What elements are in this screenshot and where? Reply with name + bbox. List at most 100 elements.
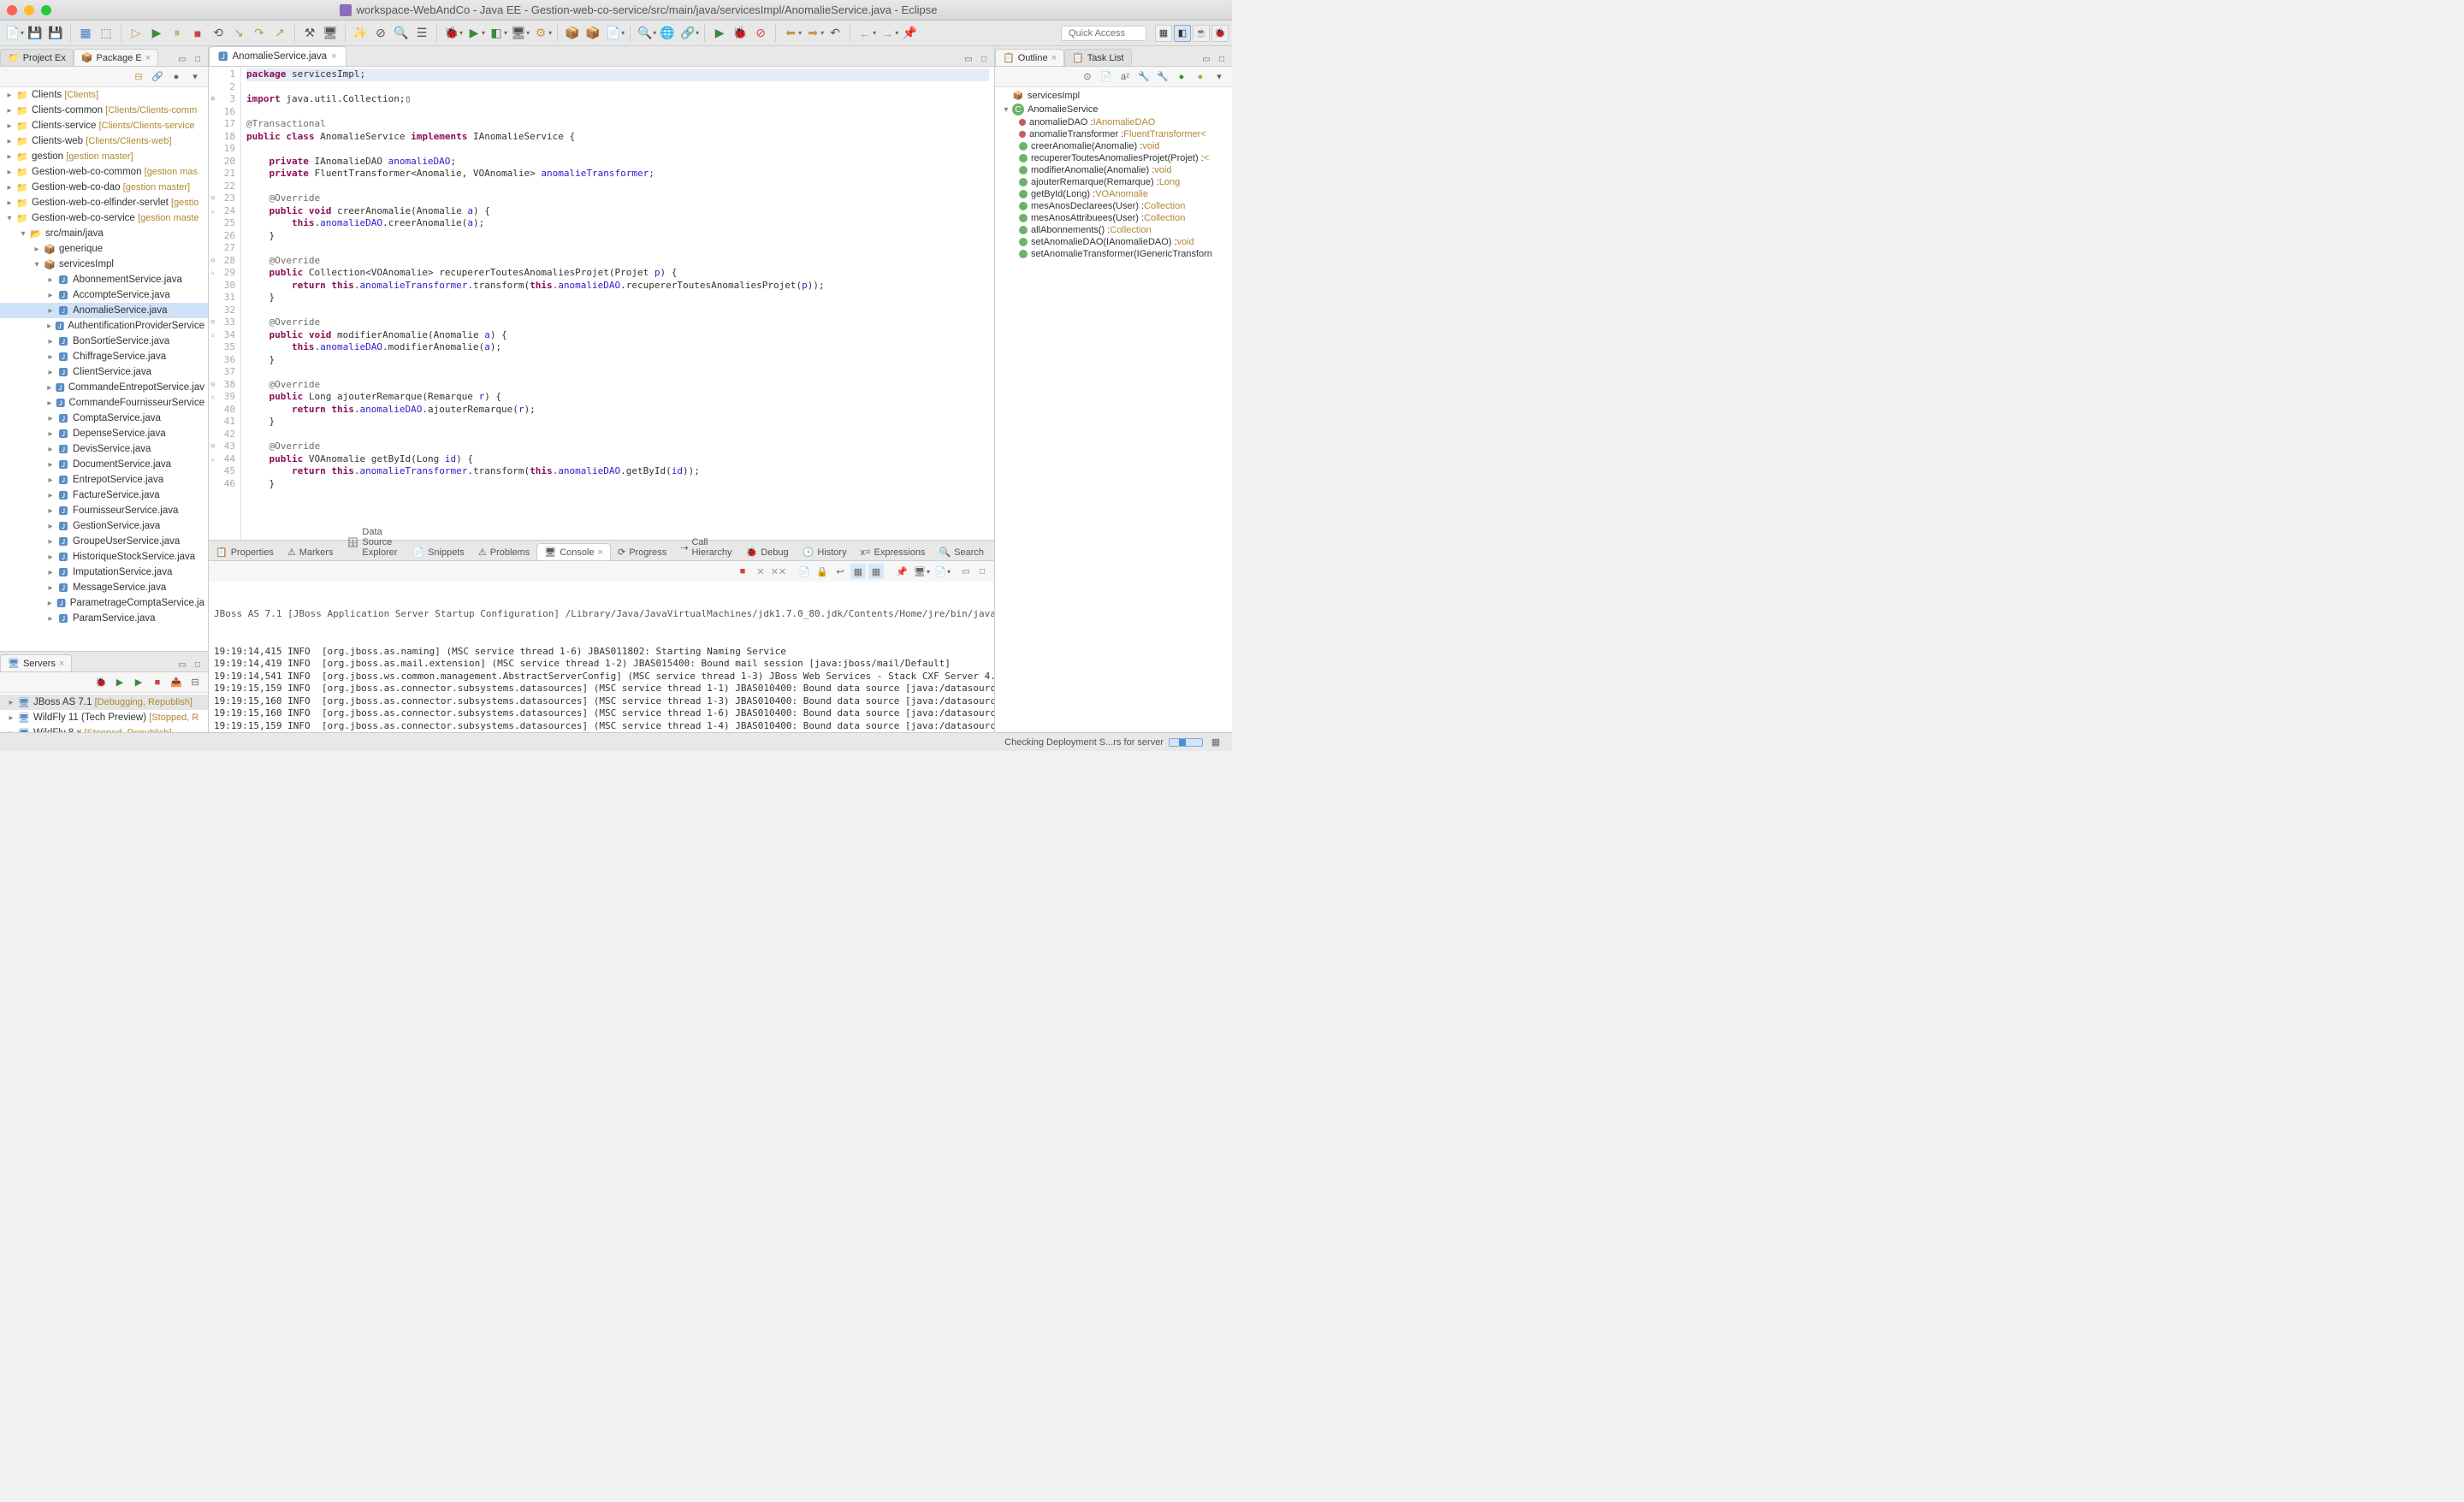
bottom-tab-properties[interactable]: 📋Properties [209,544,281,560]
outline-field[interactable]: anomalieTransformer : FluentTransformer< [995,128,1232,140]
records-button[interactable]: ▦ [76,24,95,43]
bottom-tab-markers[interactable]: ⚠Markers [281,544,341,560]
remove-all-button[interactable]: ✕✕ [771,564,786,579]
pin-button[interactable]: 📌 [900,24,919,43]
cursor-button[interactable]: ⬚ [97,24,116,43]
hide-static-button[interactable]: 🔧 [1155,69,1170,85]
web-button[interactable]: 🌐 [658,24,677,43]
minimize-view-button[interactable]: ▭ [175,658,189,671]
type-hierarchy-button[interactable]: ☰ [412,24,431,43]
maximize-editor-button[interactable]: □ [977,52,991,66]
project-item[interactable]: ▸📁Clients [Clients] [0,87,208,103]
skip-breakpoint-button[interactable]: ▷ [127,24,145,43]
java-file[interactable]: ▸🅹CommandeFournisseurService [0,395,208,411]
maximize-view-button[interactable]: □ [191,52,204,66]
debug-perspective-button[interactable]: 🐞 [1211,25,1229,42]
server-item[interactable]: ▸🖥WildFly 11 (Tech Preview) [Stopped, R [0,710,208,725]
package-tree[interactable]: ▸📁Clients [Clients]▸📁Clients-common [Cli… [0,87,208,651]
prev-annotation-button[interactable]: ⬅ [781,24,800,43]
save-all-button[interactable]: 💾 [46,24,65,43]
bottom-tab-console[interactable]: 🖥Console × [536,543,611,560]
outline-method[interactable]: getById(Long) : VOAnomalie [995,188,1232,200]
source-folder[interactable]: ▾📂src/main/java [0,226,208,241]
editor-tab[interactable]: 🅹AnomalieService.java × [209,46,346,66]
server-publish-button[interactable]: 📤 [169,675,184,690]
focus-button[interactable]: ● [169,69,184,85]
outline-method[interactable]: mesAnosAttribuees(User) : Collection [995,212,1232,224]
step-over-button[interactable]: ↷ [250,24,269,43]
java-file[interactable]: ▸🅹EntrepotService.java [0,472,208,488]
outline-package[interactable]: 📦servicesImpl [995,89,1232,103]
minimize-view-button[interactable]: ▭ [175,52,189,66]
tasklist-tab[interactable]: 📋Task List [1064,49,1132,66]
java-file[interactable]: ▸🅹GroupeUserService.java [0,534,208,549]
java-file[interactable]: ▸🅹MessageService.java [0,580,208,595]
back-button[interactable]: ← [856,24,874,43]
debug-button[interactable]: 🐞 [442,24,461,43]
clear-console-button[interactable]: 📄 [797,564,812,579]
display-console-button[interactable]: 🖥 [912,564,927,579]
outline-method[interactable]: setAnomalieTransformer(IGenericTransforn [995,248,1232,260]
minimize-view-button[interactable]: ▭ [959,565,973,578]
last-edit-button[interactable]: ↶ [826,24,844,43]
maximize-view-button[interactable]: □ [191,658,204,671]
code-area[interactable]: package servicesImpl; import java.util.C… [241,67,994,540]
wand-button[interactable]: ✨ [351,24,370,43]
show-on-stdout-button[interactable]: ▦ [850,564,866,579]
outline-method[interactable]: mesAnosDeclarees(User) : Collection [995,200,1232,212]
java-file[interactable]: ▸🅹FactureService.java [0,488,208,503]
java-file[interactable]: ▸🅹ComptaService.java [0,411,208,426]
hide-fields-button[interactable]: 🔧 [1136,69,1152,85]
debug-last-button[interactable]: 🐞 [731,24,749,43]
java-file[interactable]: ▸🅹AnomalieService.java [0,303,208,318]
run-server-button[interactable]: 🖥 [509,24,528,43]
project-item[interactable]: ▸📁Clients-web [Clients/Clients-web] [0,133,208,149]
disconnect-button[interactable]: ⟲ [209,24,228,43]
package-explorer-tab[interactable]: 📦Package E × [74,49,158,66]
terminate-button[interactable]: ■ [188,24,207,43]
server-stop-button[interactable]: ■ [150,675,165,690]
run-button[interactable]: ▶ [465,24,483,43]
new-class-button[interactable]: 📦 [583,24,602,43]
quick-access-input[interactable] [1061,26,1146,41]
bottom-tab-history[interactable]: 🕒History [796,544,854,560]
console-output[interactable]: JBoss AS 7.1 [JBoss Application Server S… [209,582,994,732]
view-menu-button[interactable]: ▾ [187,69,203,85]
pin-console-button[interactable]: 📌 [894,564,909,579]
java-file[interactable]: ▸🅹GestionService.java [0,518,208,534]
server-item[interactable]: ▸🖥WildFly 8.x [Stopped, Republish] [0,725,208,732]
bottom-tab-progress[interactable]: ⟳Progress [611,544,673,560]
java-file[interactable]: ▸🅹DepenseService.java [0,426,208,441]
bottom-tab-debug[interactable]: 🐞Debug [739,544,796,560]
focus-active-button[interactable]: ⊙ [1080,69,1095,85]
close-icon[interactable]: × [1051,53,1057,63]
project-item[interactable]: ▸📁Clients-service [Clients/Clients-servi… [0,118,208,133]
java-file[interactable]: ▸🅹AbonnementService.java [0,272,208,287]
outline-method[interactable]: recupererToutesAnomaliesProjet(Projet) :… [995,152,1232,164]
server-clean-button[interactable]: ⊟ [187,675,203,690]
terminate-console-button[interactable]: ■ [735,564,750,579]
project-item[interactable]: ▸📁Gestion-web-co-elfinder-servlet [gesti… [0,195,208,210]
close-icon[interactable]: × [331,51,336,62]
java-file[interactable]: ▸🅹AccompteService.java [0,287,208,303]
project-explorer-tab[interactable]: 📁Project Ex [0,49,74,66]
coverage-button[interactable]: ◧ [487,24,506,43]
link-editor-button[interactable]: 🔗 [150,69,165,85]
external-tools-button[interactable]: ⚙ [531,24,550,43]
collapse-all-button[interactable]: ⊟ [131,69,146,85]
open-type-button[interactable]: 📄 [604,24,623,43]
server-start-button[interactable]: ▶ [112,675,127,690]
new-package-button[interactable]: 📦 [563,24,582,43]
search-button[interactable]: 🔍 [636,24,654,43]
project-item[interactable]: ▸📁Clients-common [Clients/Clients-comm [0,103,208,118]
forward-button[interactable]: → [878,24,897,43]
package-item[interactable]: ▸📦generique [0,241,208,257]
java-file[interactable]: ▸🅹ParametrageComptaService.ja [0,595,208,611]
bottom-tab-expressions[interactable]: x=Expressions [854,545,933,560]
new-server-button[interactable]: 🖥 [321,24,340,43]
java-file[interactable]: ▸🅹DocumentService.java [0,457,208,472]
close-icon[interactable]: × [59,659,64,669]
resume-button[interactable]: ▶ [147,24,166,43]
project-item[interactable]: ▾📁Gestion-web-co-service [gestion maste [0,210,208,226]
next-annotation-button[interactable]: ➡ [803,24,822,43]
